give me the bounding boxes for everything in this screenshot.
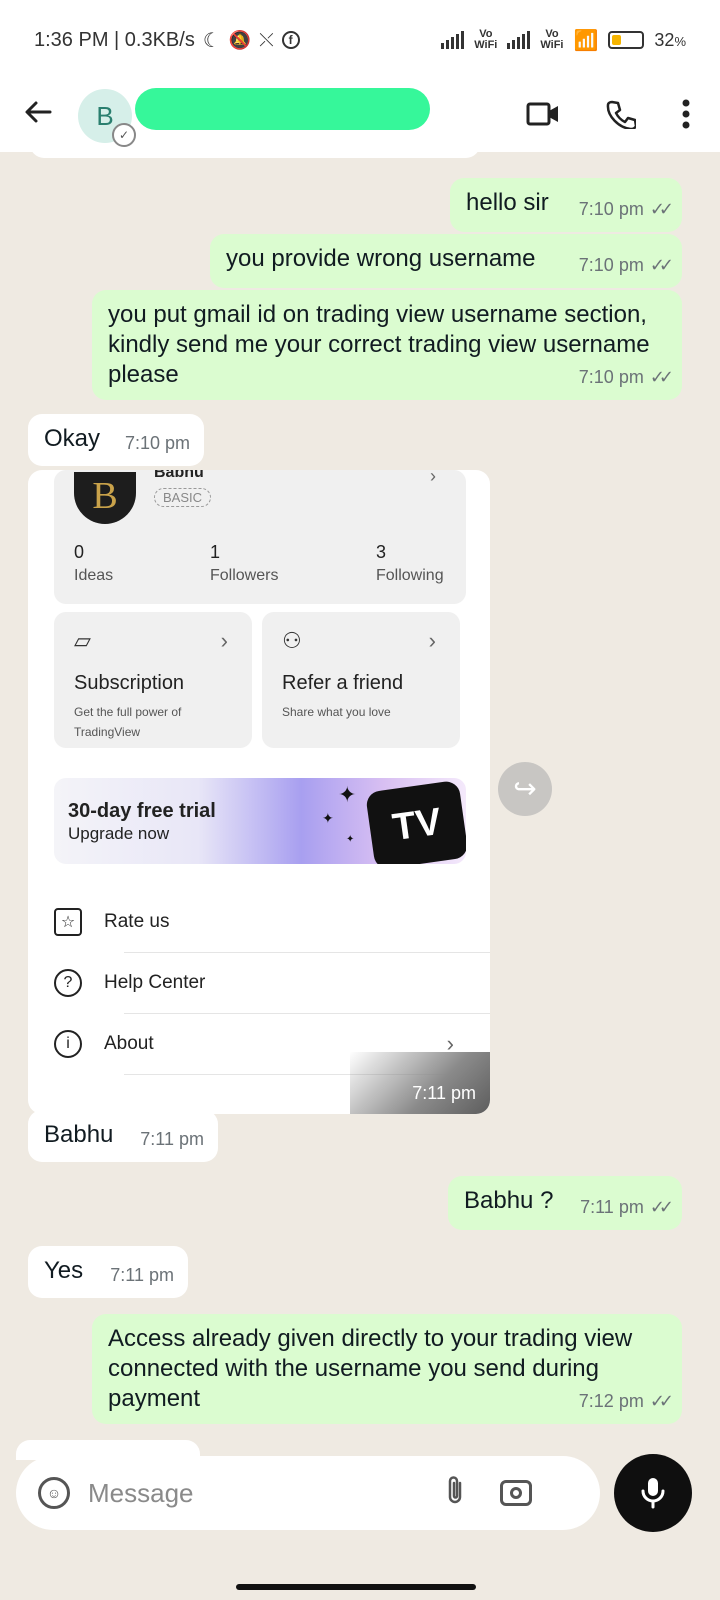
message-time: 7:11 pm [110, 1265, 174, 1285]
status-bar: 1:36 PM | 0.3KB/s ☾ 🔕 ⤬ f Vo WiFi Vo WiF… [0, 0, 720, 80]
wifi-icon: 📶 [573, 29, 599, 52]
sparkle-icon: ✦ [322, 810, 334, 826]
chevron-right-icon: › [428, 628, 436, 653]
profile-panel: B Babhu BASIC › 0 Ideas 1 Followers 3 Follo… [54, 470, 466, 604]
read-ticks-icon: ✓✓ [649, 1391, 674, 1411]
mic-button[interactable] [614, 1454, 692, 1532]
vowifi-label: Vo WiFi [474, 28, 498, 51]
read-ticks-icon: ✓✓ [649, 255, 674, 275]
message-bubble[interactable]: you provide wrong username 7:10 pm ✓✓ [210, 234, 682, 288]
message-time: 7:10 pm [578, 199, 644, 219]
status-time: 1:36 PM | 0.3KB/s [34, 28, 195, 51]
message-text: Okay [44, 425, 101, 452]
chevron-right-icon: › [220, 628, 228, 653]
image-message[interactable]: B Babhu BASIC › 0 Ideas 1 Followers 3 Follo… [28, 470, 490, 1114]
message-time: 7:10 pm [124, 433, 190, 453]
tradingview-logo: TV [365, 779, 466, 864]
sparkle-icon: ✦ [338, 782, 357, 807]
message-bubble[interactable]: Babhu 7:11 pm [28, 1110, 218, 1162]
message-text: Babhu ? [464, 1187, 554, 1214]
stat-ideas: 0 Ideas [74, 542, 114, 584]
avatar[interactable]: B ✓ [78, 89, 136, 147]
previous-message-fragment [30, 152, 480, 158]
avatar-letter: B [96, 100, 114, 131]
signal-icon-2 [507, 31, 531, 49]
battery-icon [608, 31, 645, 49]
message-bubble[interactable]: you put gmail id on trading view usernam… [92, 290, 682, 400]
message-bubble[interactable]: hello sir 7:10 pm ✓✓ [450, 178, 682, 232]
read-ticks-icon: ✓✓ [649, 367, 674, 387]
subscription-tile: ▱ › Subscription Get the full power of T… [54, 612, 252, 748]
stat-following: 3 Following [376, 542, 444, 584]
facebook-icon: f [281, 31, 300, 49]
read-ticks-icon: ✓✓ [649, 199, 674, 219]
profile-logo: B [74, 472, 136, 524]
video-call-icon[interactable] [526, 100, 560, 133]
moon-icon: ☾ [202, 29, 221, 52]
message-input-bar: ☺ [16, 1456, 600, 1530]
status-ring-icon: ✓ [112, 123, 136, 147]
back-arrow-icon[interactable] [22, 96, 62, 137]
user-share-icon: ⚇ [282, 628, 302, 653]
stat-followers: 1 Followers [210, 542, 279, 584]
message-bubble[interactable]: Babhu ? 7:11 pm ✓✓ [448, 1176, 682, 1230]
trial-banner: 30-day free trial Upgrade now ✦ ✦ ✦ TV [54, 778, 466, 864]
star-icon: ☆ [54, 908, 82, 936]
menu-rate-us: ☆ Rate us [54, 892, 490, 952]
message-time: 7:11 pm [140, 1129, 204, 1149]
microphone-icon [641, 1478, 665, 1509]
bell-off-icon: 🔕 [228, 29, 252, 50]
system-nav-bar [0, 1540, 720, 1600]
read-ticks-icon: ✓✓ [649, 1197, 674, 1217]
message-time: 7:12 pm [578, 1391, 644, 1411]
message-text: hello sir [466, 189, 549, 216]
message-text: you put gmail id on trading view usernam… [108, 301, 650, 388]
chevron-right-icon: › [430, 470, 436, 486]
call-missed-icon: ⤬ [259, 29, 274, 50]
message-text: Yes [44, 1257, 84, 1284]
plan-badge: BASIC [154, 488, 212, 507]
more-options-icon[interactable] [682, 99, 690, 134]
attach-paperclip-icon[interactable] [444, 1474, 466, 1513]
parallelogram-icon: ▱ [74, 628, 91, 653]
refer-tile: ⚇ › Refer a friend Share what you love [262, 612, 460, 748]
menu-help-center: ? Help Center [54, 953, 490, 1013]
message-bubble[interactable]: Yes 7:11 pm [28, 1246, 188, 1298]
forward-icon[interactable]: ↪ [498, 762, 552, 816]
message-text: you provide wrong username [226, 245, 536, 272]
message-text: Access already given directly to your tr… [108, 1325, 633, 1412]
message-time: 7:11 pm [580, 1197, 644, 1217]
battery-percent: 32% [654, 29, 686, 50]
message-bubble[interactable]: Access already given directly to your tr… [92, 1314, 682, 1424]
signal-icon [441, 31, 465, 49]
message-time: 7:10 pm [578, 255, 644, 275]
message-input[interactable] [88, 1477, 428, 1509]
voice-call-icon[interactable] [606, 99, 638, 134]
vowifi-label-2: Vo WiFi [540, 28, 564, 51]
message-text: Babhu [44, 1121, 114, 1148]
info-icon: i [54, 1030, 82, 1058]
help-icon: ? [54, 969, 82, 997]
image-time-overlay: 7:11 pm [350, 1052, 490, 1114]
chat-area[interactable]: hello sir 7:10 pm ✓✓ you provide wrong us… [0, 152, 720, 1462]
message-bubble[interactable]: Okay 7:10 pm [28, 414, 204, 466]
redacted-contact-name [135, 88, 430, 130]
sparkle-icon: ✦ [346, 834, 355, 845]
message-time: 7:10 pm [578, 367, 644, 387]
sticker-emoji-icon[interactable]: ☺ [38, 1477, 70, 1509]
camera-icon[interactable] [500, 1480, 532, 1506]
home-indicator[interactable] [236, 1584, 476, 1590]
profile-name: Babhu [154, 470, 204, 481]
